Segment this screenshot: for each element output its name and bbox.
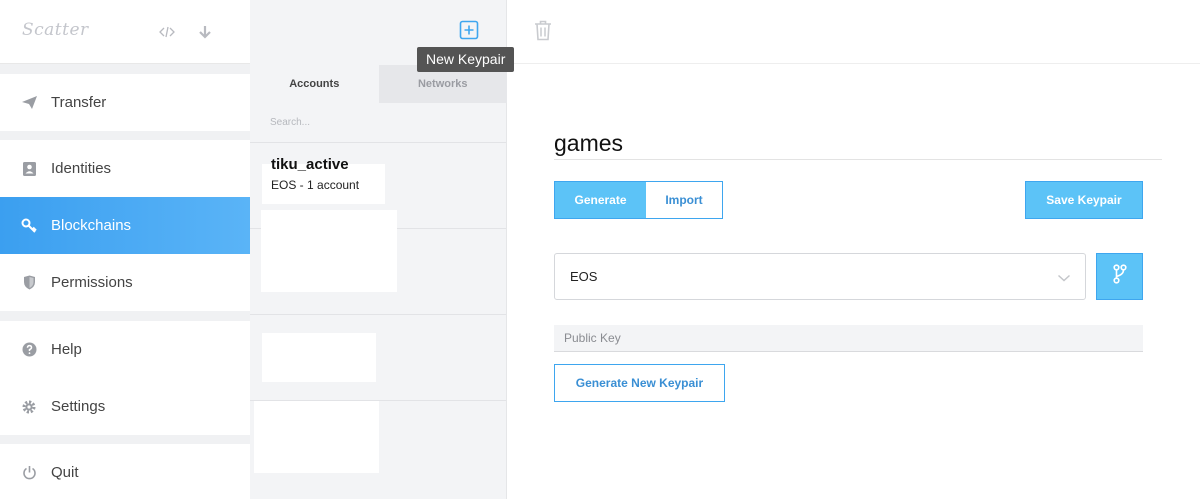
paper-plane-icon (20, 94, 38, 112)
fork-button[interactable] (1096, 253, 1143, 300)
question-icon (20, 341, 38, 359)
sidebar-item-label: Blockchains (51, 217, 132, 234)
sidebar-item-help[interactable]: Help (0, 321, 250, 378)
app-logo: Scatter (22, 20, 89, 40)
sidebar-item-label: Identities (51, 160, 112, 177)
mode-toggle: Generate Import (554, 181, 723, 219)
sidebar-item-label: Quit (51, 464, 79, 481)
sidebar-group-primary: Transfer (0, 74, 250, 131)
keypair-list-panel: Accounts Networks tiku_active EOS - 1 ac… (250, 0, 507, 499)
blockchain-select-value: EOS (570, 269, 598, 284)
generate-button[interactable]: Generate (555, 182, 646, 218)
sidebar-group-system: Help Settings (0, 321, 250, 435)
sidebar-item-settings[interactable]: Settings (0, 378, 250, 435)
account-name: tiku_active (271, 156, 349, 173)
sidebar-group-blockchain: Identities Blockchains Permissions (0, 140, 250, 311)
sidebar-item-label: Help (51, 341, 82, 358)
sidebar-header: Scatter (0, 0, 250, 64)
sidebar-item-quit[interactable]: Quit (0, 444, 250, 499)
search-bar (250, 103, 506, 143)
blockchain-select[interactable]: EOS (554, 253, 1086, 300)
list-item[interactable] (250, 401, 506, 499)
sidebar-item-permissions[interactable]: Permissions (0, 254, 250, 311)
sidebar-item-label: Transfer (51, 94, 107, 111)
search-input[interactable] (250, 103, 506, 142)
shield-icon (20, 274, 38, 292)
new-keypair-tooltip: New Keypair (417, 47, 515, 72)
sidebar-group-quit: Quit (0, 444, 250, 499)
public-key-field: Public Key (554, 325, 1143, 352)
sidebar-item-transfer[interactable]: Transfer (0, 74, 250, 131)
list-item[interactable] (250, 315, 506, 401)
generate-new-keypair-button[interactable]: Generate New Keypair (554, 364, 725, 402)
gear-icon (20, 398, 38, 416)
id-card-icon (20, 160, 38, 178)
sidebar-item-blockchains[interactable]: Blockchains (0, 197, 250, 254)
redacted-area (262, 333, 376, 382)
key-icon (20, 217, 38, 235)
keypair-editor: Generate Import Save Keypair EOS Public … (507, 0, 1200, 499)
save-keypair-button[interactable]: Save Keypair (1025, 181, 1143, 219)
code-icon[interactable] (157, 22, 177, 42)
sidebar-item-label: Permissions (51, 274, 133, 291)
tab-accounts[interactable]: Accounts (250, 65, 379, 103)
sidebar-item-identities[interactable]: Identities (0, 140, 250, 197)
sidebar-item-label: Settings (51, 398, 106, 415)
account-subtitle: EOS - 1 account (271, 178, 360, 192)
keypair-name-input[interactable] (554, 128, 1162, 160)
list-item[interactable] (250, 210, 506, 315)
add-keypair-icon[interactable] (459, 20, 479, 40)
code-fork-icon (1112, 264, 1127, 289)
import-button[interactable]: Import (646, 182, 722, 218)
download-icon[interactable] (195, 22, 215, 42)
redacted-area (261, 210, 397, 292)
sidebar: Scatter Transfer Identities Blockchains (0, 0, 250, 499)
power-icon (20, 464, 38, 482)
trash-icon[interactable] (534, 20, 554, 42)
redacted-area (254, 401, 379, 473)
editor-toolbar (507, 0, 1200, 64)
chevron-down-icon (1057, 271, 1071, 282)
